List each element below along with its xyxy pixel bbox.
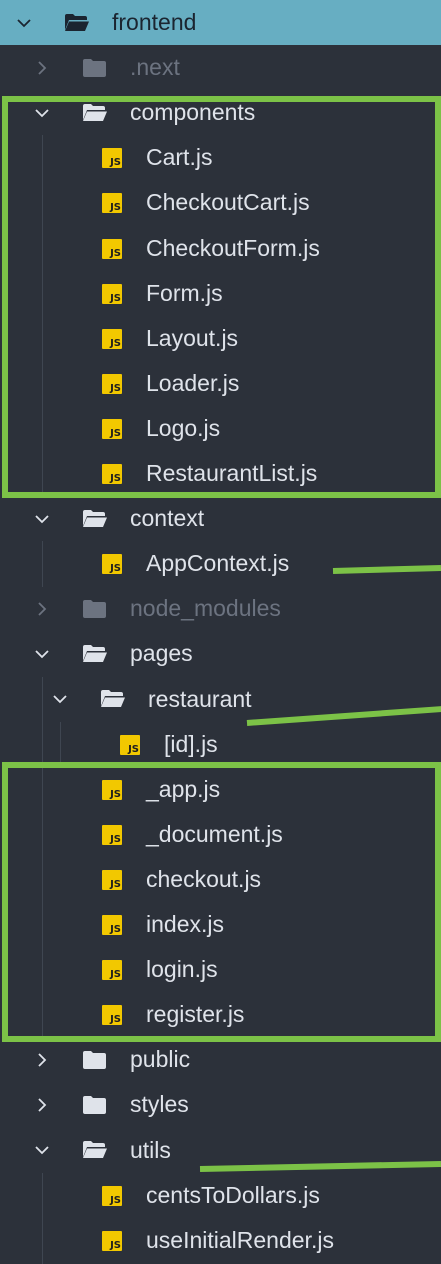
file-row-appcontext-js[interactable]: JS AppContext.js (0, 541, 441, 588)
js-badge-text: JS (128, 743, 139, 755)
js-file-icon: JS (102, 1185, 122, 1206)
folder-label: styles (130, 1091, 189, 1118)
chevron-down-icon[interactable] (33, 496, 51, 541)
folder-label: node_modules (130, 595, 281, 622)
chevron-down-icon[interactable] (33, 631, 51, 676)
folder-label: .next (130, 54, 180, 81)
folder-row-pages[interactable]: pages (0, 631, 441, 676)
folder-open-icon (64, 0, 90, 45)
chevron-down-icon[interactable] (15, 0, 33, 45)
indent-guide (42, 1217, 43, 1264)
folder-label: frontend (112, 9, 197, 35)
folder-open-icon (82, 1128, 108, 1173)
chevron-down-icon[interactable] (33, 1128, 51, 1173)
indent-guide (42, 541, 43, 588)
file-label: AppContext.js (146, 550, 290, 577)
js-badge-text: JS (110, 1239, 121, 1251)
folder-row-next[interactable]: .next (0, 45, 441, 90)
folder-label: utils (130, 1136, 171, 1163)
indent-guide (42, 1172, 43, 1219)
chevron-right-icon[interactable] (33, 1082, 51, 1127)
folder-open-icon (100, 677, 126, 722)
annotation-box-pages (2, 762, 441, 1042)
file-label: [id].js (164, 730, 218, 757)
chevron-right-icon[interactable] (33, 45, 51, 90)
chevron-right-icon[interactable] (33, 586, 51, 631)
folder-icon (82, 1037, 108, 1082)
annotation-box-components (2, 96, 441, 498)
folder-icon (82, 45, 108, 90)
folder-label: public (130, 1046, 191, 1073)
indent-guide (42, 721, 43, 768)
folder-icon (82, 586, 108, 631)
file-label: useInitialRender.js (146, 1226, 334, 1253)
indent-guide (42, 676, 43, 723)
js-badge-text: JS (110, 1194, 121, 1206)
file-label: centsToDollars.js (146, 1181, 320, 1208)
folder-row-public[interactable]: public (0, 1037, 441, 1082)
js-badge-text: JS (110, 563, 121, 575)
folder-open-icon (82, 631, 108, 676)
chevron-right-icon[interactable] (33, 1037, 51, 1082)
folder-open-icon (82, 496, 108, 541)
file-row-id-js[interactable]: JS [id].js (0, 721, 441, 768)
indent-guide (60, 721, 61, 768)
folder-label: context (130, 505, 205, 532)
folder-label: restaurant (148, 685, 252, 712)
folder-row-frontend[interactable]: frontend (0, 0, 441, 45)
js-file-icon: JS (102, 554, 122, 575)
folder-row-styles[interactable]: styles (0, 1082, 441, 1127)
folder-row-node-modules[interactable]: node_modules (0, 586, 441, 631)
file-row-useinitialrender-js[interactable]: JS useInitialRender.js (0, 1217, 441, 1264)
js-file-icon: JS (120, 734, 140, 755)
folder-label: pages (130, 640, 193, 667)
folder-icon (82, 1082, 108, 1127)
js-file-icon: JS (102, 1230, 122, 1251)
folder-row-context[interactable]: context (0, 496, 441, 541)
chevron-down-icon[interactable] (51, 677, 69, 722)
file-row-centstodollars-js[interactable]: JS centsToDollars.js (0, 1172, 441, 1219)
